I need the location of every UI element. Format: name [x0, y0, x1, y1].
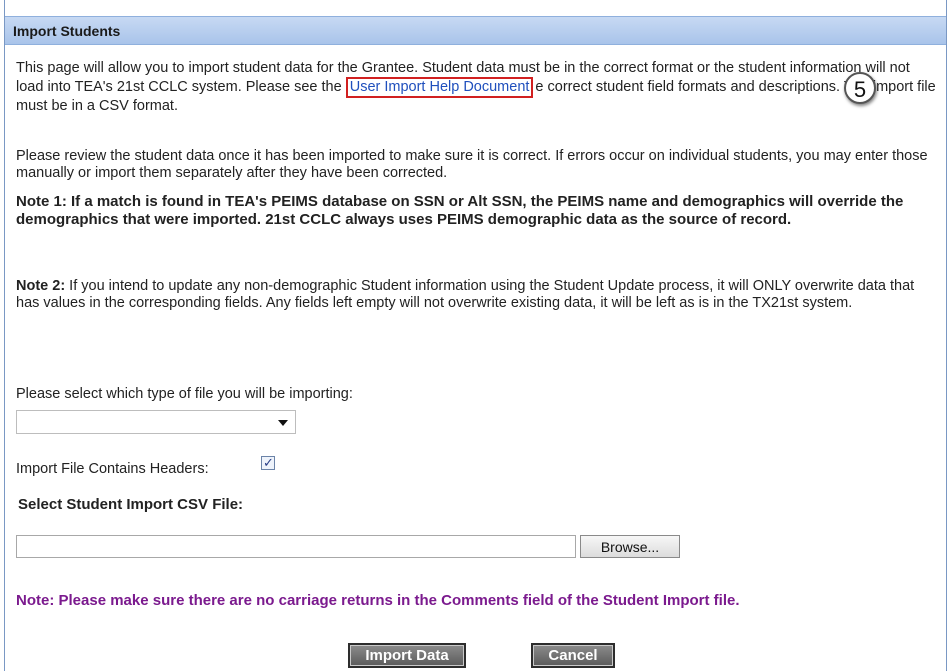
panel-header: Import Students: [5, 16, 946, 45]
note-1: Note 1: If a match is found in TEA's PEI…: [16, 193, 904, 228]
csv-file-label: Select Student Import CSV File:: [18, 496, 244, 513]
import-data-button[interactable]: Import Data: [348, 643, 466, 668]
file-type-label: Please select which type of file you wil…: [16, 386, 353, 402]
csv-file-path-input[interactable]: [16, 535, 576, 558]
cancel-button[interactable]: Cancel: [531, 643, 615, 668]
headers-checkbox-label: Import File Contains Headers:: [16, 461, 209, 477]
review-paragraph: Please review the student data once it h…: [16, 148, 928, 181]
note-2-text: If you intend to update any non-demograp…: [16, 278, 915, 311]
user-import-help-link[interactable]: User Import Help Document: [350, 79, 530, 95]
note-2-label: Note 2:: [16, 278, 66, 294]
page-title: Import Students: [13, 23, 121, 39]
note-2: Note 2: If you intend to update any non-…: [16, 278, 936, 312]
step-number-badge: 5: [844, 72, 876, 104]
carriage-return-note: Note: Please make sure there are no carr…: [16, 592, 740, 609]
help-link-callout: User Import Help Document: [345, 77, 534, 98]
headers-checkbox[interactable]: ✓: [261, 455, 275, 470]
chevron-down-icon[interactable]: [278, 420, 288, 426]
checkmark-icon: ✓: [263, 455, 274, 470]
intro-paragraph: This page will allow you to import stude…: [16, 60, 936, 115]
file-type-select[interactable]: [16, 410, 296, 434]
browse-button[interactable]: Browse...: [580, 535, 680, 558]
